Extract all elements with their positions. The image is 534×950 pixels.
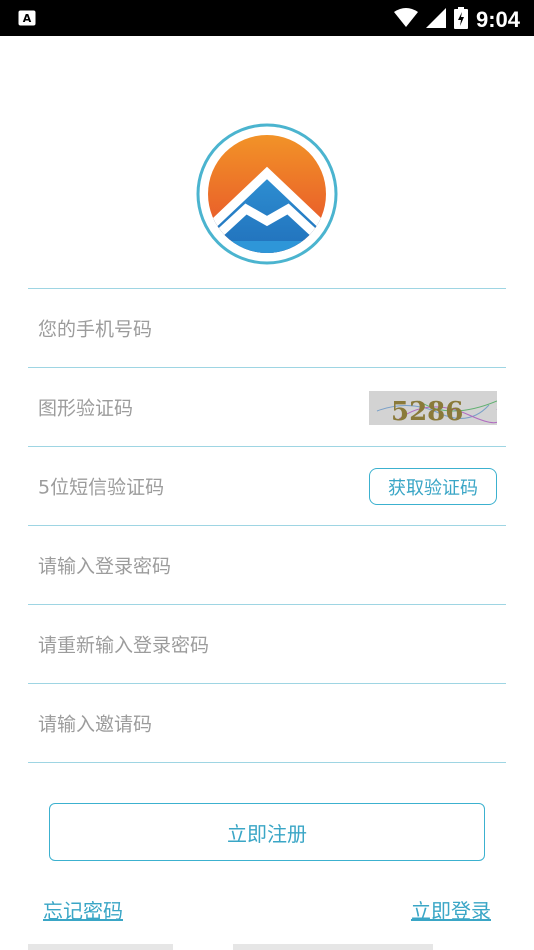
signal-icon (425, 8, 446, 32)
login-link[interactable]: 立即登录 (411, 895, 491, 924)
sms-code-field[interactable]: 5位短信验证码 获取验证码 (28, 446, 506, 525)
captcha-placeholder: 图形验证码 (38, 397, 134, 420)
phone-field[interactable]: 您的手机号码 (28, 288, 506, 367)
password-confirm-field[interactable]: 请重新输入登录密码 (28, 604, 506, 683)
password-field[interactable]: 请输入登录密码 (28, 525, 506, 604)
wifi-icon (393, 8, 418, 32)
captcha-text: 5286 (391, 397, 463, 425)
register-button[interactable]: 立即注册 (49, 803, 485, 861)
sms-placeholder: 5位短信验证码 (38, 476, 165, 499)
password-confirm-placeholder: 请重新输入登录密码 (38, 634, 210, 657)
captcha-field[interactable]: 图形验证码 5286 (28, 367, 506, 446)
svg-text:A: A (23, 12, 32, 25)
bottom-shadow-left (28, 944, 173, 950)
forgot-password-link[interactable]: 忘记密码 (43, 895, 123, 924)
invite-code-field[interactable]: 请输入邀请码 (28, 683, 506, 763)
password-placeholder: 请输入登录密码 (38, 555, 172, 578)
mountain-logo-icon (196, 123, 338, 265)
captcha-image[interactable]: 5286 (369, 391, 501, 427)
get-code-button[interactable]: 获取验证码 (369, 468, 497, 505)
invite-placeholder: 请输入邀请码 (38, 713, 153, 736)
bottom-shadow-right (233, 944, 433, 950)
phone-placeholder: 您的手机号码 (38, 318, 153, 341)
register-form: 您的手机号码 图形验证码 5286 5位短信验证码 获取验证码 请输入登录密码 … (28, 288, 506, 763)
notification-a-icon: A (18, 10, 36, 26)
battery-charging-icon (453, 7, 468, 33)
status-time: 9:04 (475, 7, 520, 32)
status-bar: A 9:04 (0, 0, 534, 36)
